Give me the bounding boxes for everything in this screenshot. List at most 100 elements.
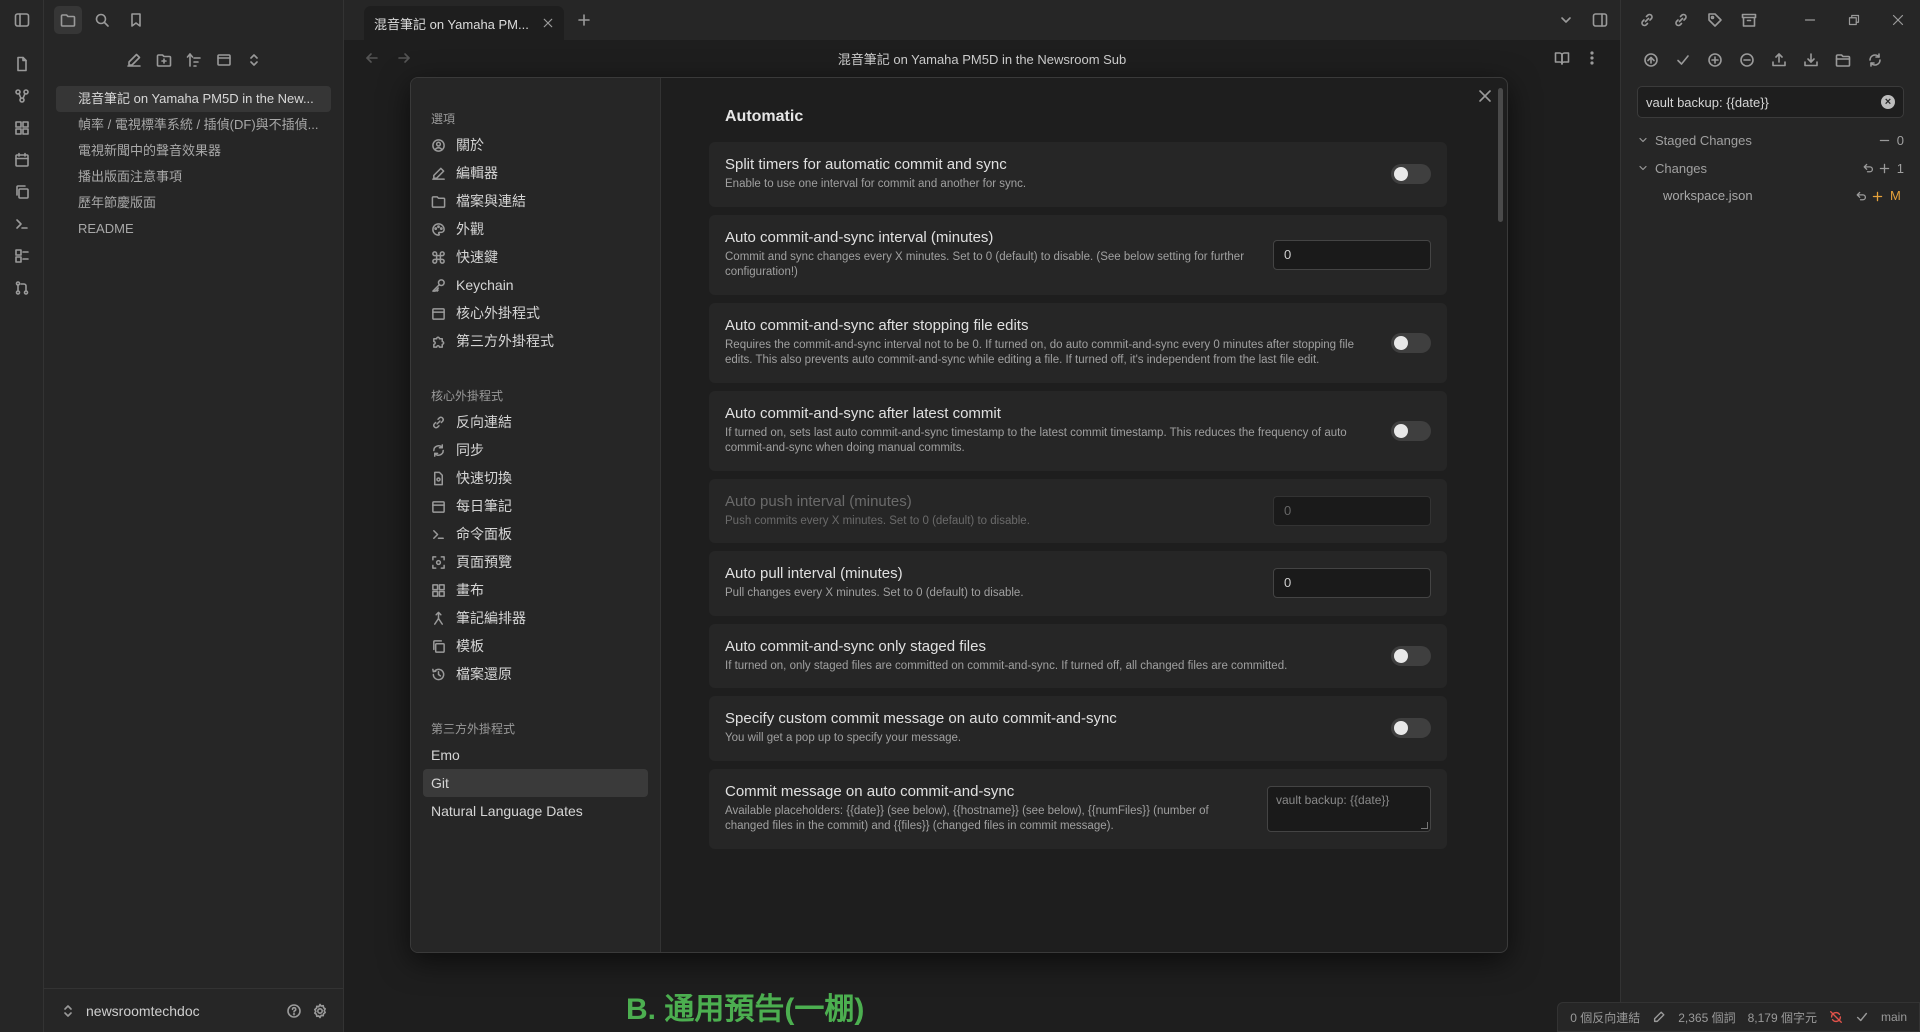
ribbon-outline[interactable] [0, 240, 44, 272]
discard-icon[interactable] [1854, 190, 1867, 203]
ribbon-command-palette[interactable] [0, 208, 44, 240]
toggle-left-sidebar-button[interactable] [0, 0, 43, 40]
nav-item-files-links[interactable]: 檔案與連結 [423, 187, 648, 215]
refresh-icon[interactable] [1867, 52, 1883, 68]
folder-open-icon[interactable] [1835, 52, 1851, 68]
file-item[interactable]: 電視新聞中的聲音效果器 [56, 138, 331, 164]
nav-item-keychain[interactable]: Keychain [423, 271, 648, 299]
view-title[interactable]: 混音筆記 on Yamaha PM5D in the Newsroom Sub [344, 49, 1620, 68]
nav-item-templates[interactable]: 模板 [423, 632, 648, 660]
nav-item-hotkeys[interactable]: 快速鍵 [423, 243, 648, 271]
sync-disabled-icon[interactable] [1829, 1010, 1843, 1024]
ribbon-templates[interactable] [0, 176, 44, 208]
status-branch[interactable]: main [1881, 1010, 1907, 1024]
setting-after-stop-edits: Auto commit-and-sync after stopping file… [709, 302, 1447, 383]
reading-view-icon[interactable] [1554, 50, 1570, 66]
nav-item-page-preview[interactable]: 頁面預覽 [423, 548, 648, 576]
toggle-switch[interactable] [1391, 645, 1431, 666]
staged-changes-header[interactable]: Staged Changes 0 [1637, 126, 1904, 154]
toggle-switch[interactable] [1391, 718, 1431, 739]
nav-item-quick-switcher[interactable]: 快速切換 [423, 464, 648, 492]
stage-icon[interactable] [1878, 162, 1891, 175]
pull-interval-input[interactable]: 0 [1273, 568, 1431, 599]
scrollbar[interactable] [1498, 88, 1503, 222]
collapse-all-button[interactable] [246, 52, 262, 68]
close-window-button[interactable] [1876, 0, 1920, 40]
nav-item-emo[interactable]: Emo [423, 741, 648, 769]
settings-gear-icon[interactable] [312, 1003, 328, 1019]
nav-item-git[interactable]: Git [423, 769, 648, 797]
nav-item-command-palette[interactable]: 命令面板 [423, 520, 648, 548]
backlinks-icon[interactable] [1639, 12, 1655, 28]
new-tab-button[interactable] [576, 12, 592, 28]
ribbon-git[interactable] [0, 272, 44, 304]
discard-icon[interactable] [1861, 162, 1874, 175]
outgoing-links-icon[interactable] [1673, 12, 1689, 28]
new-folder-button[interactable] [156, 52, 172, 68]
file-item[interactable]: 播出版面注意事項 [56, 164, 331, 190]
archive-icon[interactable] [1741, 12, 1757, 28]
push-icon[interactable] [1771, 52, 1787, 68]
toggle-switch[interactable] [1391, 332, 1431, 353]
back-arrow-icon[interactable] [364, 50, 380, 66]
nav-item-daily-notes[interactable]: 每日筆記 [423, 492, 648, 520]
tab-file-explorer[interactable] [54, 6, 82, 34]
nav-item-about[interactable]: 關於 [423, 131, 648, 159]
edit-icon[interactable] [1652, 1010, 1666, 1024]
tab-bookmarks[interactable] [122, 6, 150, 34]
stage-all-icon[interactable] [1707, 52, 1723, 68]
toggle-switch[interactable] [1391, 164, 1431, 185]
help-icon[interactable] [286, 1003, 302, 1019]
vault-switcher[interactable]: newsroomtechdoc [44, 988, 344, 1032]
interval-input[interactable]: 0 [1273, 239, 1431, 270]
clear-icon[interactable]: × [1881, 95, 1895, 109]
changes-header[interactable]: Changes 1 [1637, 154, 1904, 182]
file-item[interactable]: README [56, 216, 331, 242]
tags-icon[interactable] [1707, 12, 1723, 28]
toggle-switch[interactable] [1391, 420, 1431, 441]
commit-and-sync-icon[interactable] [1643, 52, 1659, 68]
ribbon-graph-view[interactable] [0, 80, 44, 112]
restore-button[interactable] [1832, 0, 1876, 40]
minimize-button[interactable] [1788, 0, 1832, 40]
file-item[interactable]: 幀率 / 電視標準系統 / 插偵(DF)與不插偵... [56, 112, 331, 138]
file-item[interactable]: 歷年節慶版面 [56, 190, 331, 216]
sidebar-right-icon[interactable] [1592, 12, 1608, 28]
nav-item-appearance[interactable]: 外觀 [423, 215, 648, 243]
status-backlinks[interactable]: 0 個反向連結 [1570, 1009, 1640, 1026]
changed-file-row[interactable]: workspace.json M [1637, 182, 1904, 210]
nav-item-note-composer[interactable]: 筆記編排器 [423, 604, 648, 632]
more-options-icon[interactable] [1584, 50, 1600, 66]
commit-message-textarea[interactable]: vault backup: {{date}} [1267, 785, 1431, 832]
changed-file-name: workspace.json [1663, 188, 1753, 203]
chevron-down-icon[interactable] [1558, 12, 1574, 28]
commit-check-icon[interactable] [1675, 52, 1691, 68]
pull-icon[interactable] [1803, 52, 1819, 68]
close-tab-icon[interactable] [542, 17, 554, 29]
nav-item-core-plugins[interactable]: 核心外掛程式 [423, 299, 648, 327]
nav-item-file-recovery[interactable]: 檔案還原 [423, 660, 648, 688]
new-note-button[interactable] [126, 52, 142, 68]
document-tab[interactable]: 混音筆記 on Yamaha PM... [364, 6, 564, 40]
unstage-icon[interactable] [1878, 134, 1891, 147]
forward-arrow-icon[interactable] [396, 50, 412, 66]
nav-item-community-plugins[interactable]: 第三方外掛程式 [423, 327, 648, 355]
nav-item-natural-language-dates[interactable]: Natural Language Dates [423, 797, 648, 825]
nav-item-editor[interactable]: 編輯器 [423, 159, 648, 187]
ribbon-canvas[interactable] [0, 112, 44, 144]
stage-icon[interactable] [1871, 190, 1884, 203]
sort-button[interactable] [186, 52, 202, 68]
auto-reveal-button[interactable] [216, 52, 232, 68]
commit-message-input[interactable]: vault backup: {{date}} × [1637, 86, 1904, 118]
tab-search[interactable] [88, 6, 116, 34]
ribbon-daily-note[interactable] [0, 144, 44, 176]
close-modal-button[interactable] [1477, 88, 1493, 104]
nav-item-canvas[interactable]: 畫布 [423, 576, 648, 604]
ribbon-open-quick-switcher[interactable] [0, 48, 44, 80]
nav-item-sync[interactable]: 同步 [423, 436, 648, 464]
file-item[interactable]: 混音筆記 on Yamaha PM5D in the New... [56, 86, 331, 112]
nav-item-backlinks[interactable]: 反向連結 [423, 408, 648, 436]
setting-push-interval: Auto push interval (minutes) Push commits… [709, 478, 1447, 544]
unstage-all-icon[interactable] [1739, 52, 1755, 68]
check-icon[interactable] [1855, 1010, 1869, 1024]
